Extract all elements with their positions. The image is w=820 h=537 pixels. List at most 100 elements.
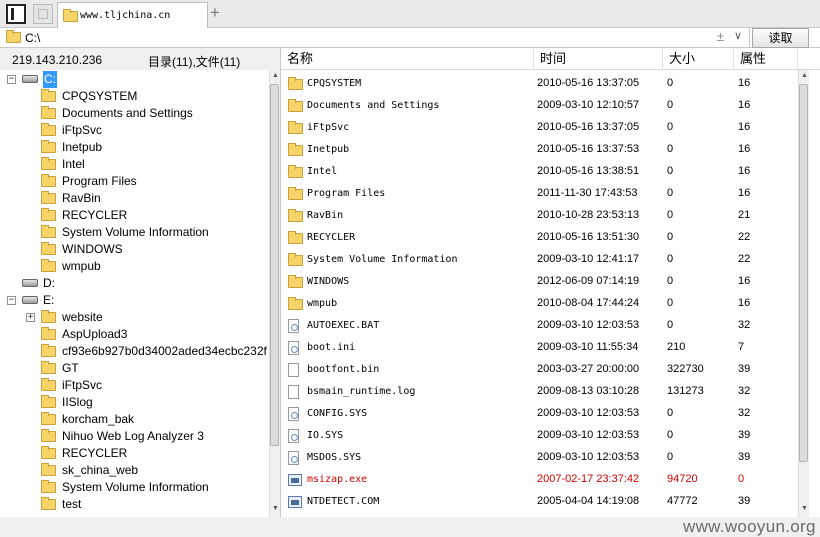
cell-attr: 32 <box>738 407 751 419</box>
drive-icon <box>22 296 38 304</box>
cell-time: 2009-03-10 12:10:57 <box>537 99 640 111</box>
cell-name: Intel <box>307 166 338 177</box>
tree-label: D: <box>43 276 55 290</box>
tree-scroll-thumb[interactable] <box>270 84 279 446</box>
cell-size: 322730 <box>667 363 704 375</box>
server-ip: 219.143.210.236 <box>12 53 103 67</box>
folder-icon <box>41 208 56 221</box>
cell-time: 2010-05-16 13:51:30 <box>537 231 640 243</box>
cell-attr: 16 <box>738 297 751 309</box>
cell-name: MSDOS.SYS <box>307 452 362 463</box>
path-input[interactable]: C:\ ± ∨ <box>0 28 750 48</box>
folder-icon <box>41 157 56 170</box>
dir-file-count: 目录(11),文件(11) <box>148 55 241 69</box>
table-row[interactable]: System Volume Information 2009-03-10 12:4… <box>281 249 798 271</box>
col-time-header[interactable]: 时间 <box>534 48 663 70</box>
folder-icon <box>41 463 56 476</box>
panel-toggle-icon[interactable] <box>6 4 26 24</box>
tab-bar: www.tljchina.cn + <box>0 0 820 29</box>
scroll-down-icon[interactable]: ▼ <box>272 505 279 512</box>
col-size-header[interactable]: 大小 <box>663 48 734 70</box>
cell-name: Program Files <box>307 188 386 199</box>
table-row[interactable]: RECYCLER 2010-05-16 13:51:30 0 22 <box>281 227 798 249</box>
cell-size: 0 <box>667 319 674 331</box>
tree-label: iFtpSvc <box>62 378 103 392</box>
table-row[interactable]: NTDETECT.COM 2005-04-04 14:19:08 47772 39 <box>281 491 798 513</box>
folder-icon <box>288 77 303 90</box>
cell-attr: 16 <box>738 99 751 111</box>
cell-size: 0 <box>667 429 674 441</box>
cell-size: 0 <box>667 165 674 177</box>
tree-label: wmpub <box>62 259 101 273</box>
cell-size: 0 <box>667 253 674 265</box>
folder-icon <box>288 121 303 134</box>
collapse-icon[interactable]: − <box>7 296 16 305</box>
cell-size: 0 <box>667 451 674 463</box>
cell-name: System Volume Information <box>307 254 458 265</box>
cell-name: WINDOWS <box>307 276 350 287</box>
table-row[interactable]: MSDOS.SYS 2009-03-10 12:03:53 0 39 <box>281 447 798 469</box>
folder-icon <box>41 174 56 187</box>
scroll-up-icon[interactable]: ▲ <box>272 72 279 79</box>
cell-name: NTDETECT.COM <box>307 496 380 507</box>
table-row[interactable]: Intel 2010-05-16 13:38:51 0 16 <box>281 161 798 183</box>
tree-label: korcham_bak <box>62 412 135 426</box>
col-name-header[interactable]: 名称 <box>281 48 534 70</box>
cell-name: CONFIG.SYS <box>307 408 368 419</box>
drive-icon <box>22 279 38 287</box>
tree-label: sk_china_web <box>62 463 139 477</box>
table-row[interactable]: IO.SYS 2009-03-10 12:03:53 0 39 <box>281 425 798 447</box>
cell-name: bootfont.bin <box>307 364 380 375</box>
table-row[interactable]: msizap.exe 2007-02-17 23:37:42 94720 0 <box>281 469 798 491</box>
cell-attr: 16 <box>738 275 751 287</box>
plus-minus-icon[interactable]: ± <box>717 29 724 44</box>
list-scroll-thumb[interactable] <box>799 84 808 462</box>
table-row[interactable]: bsmain_runtime.log 2009-08-13 03:10:28 131… <box>281 381 798 403</box>
table-row[interactable]: wmpub 2010-08-04 17:44:24 0 16 <box>281 293 798 315</box>
cell-name: boot.ini <box>307 342 356 353</box>
tree-label: test <box>62 497 82 511</box>
table-row[interactable]: CPQSYSTEM 2010-05-16 13:37:05 0 16 <box>281 73 798 95</box>
tree-label: iFtpSvc <box>62 123 103 137</box>
folder-icon <box>288 253 303 266</box>
table-row[interactable]: AUTOEXEC.BAT 2009-03-10 12:03:53 0 32 <box>281 315 798 337</box>
cell-time: 2010-05-16 13:37:53 <box>537 143 640 155</box>
cell-attr: 16 <box>738 165 751 177</box>
table-row[interactable]: Documents and Settings 2009-03-10 12:10:5… <box>281 95 798 117</box>
cell-attr: 39 <box>738 429 751 441</box>
scroll-up-icon[interactable]: ▲ <box>801 72 808 79</box>
table-row[interactable]: WINDOWS 2012-06-09 07:14:19 0 16 <box>281 271 798 293</box>
folder-icon <box>288 143 303 156</box>
folder-icon <box>41 191 56 204</box>
table-row[interactable]: CONFIG.SYS 2009-03-10 12:03:53 0 32 <box>281 403 798 425</box>
col-attr-header[interactable]: 属性 <box>734 48 798 70</box>
table-row[interactable]: Inetpub 2010-05-16 13:37:53 0 16 <box>281 139 798 161</box>
table-row[interactable]: iFtpSvc 2010-05-16 13:37:05 0 16 <box>281 117 798 139</box>
folder-icon <box>41 412 56 425</box>
tree-label: Program Files <box>62 174 137 188</box>
system-file-icon <box>288 451 299 465</box>
file-icon <box>288 363 299 377</box>
new-tab-icon[interactable]: + <box>210 3 220 23</box>
collapse-icon[interactable]: − <box>7 75 16 84</box>
tab-tljchina[interactable]: www.tljchina.cn <box>57 2 208 29</box>
folder-icon <box>41 140 56 153</box>
cell-size: 210 <box>667 341 686 353</box>
expand-icon[interactable]: + <box>26 313 35 322</box>
scroll-down-icon[interactable]: ▼ <box>801 505 808 512</box>
cell-attr: 39 <box>738 451 751 463</box>
table-row[interactable]: bootfont.bin 2003-03-27 20:00:00 322730 39 <box>281 359 798 381</box>
folder-icon <box>41 259 56 272</box>
folder-tree: − C: CPQSYSTEM Documents and Settings iFtp… <box>0 70 280 517</box>
cell-name: CPQSYSTEM <box>307 78 362 89</box>
cell-size: 47772 <box>667 495 698 507</box>
blank-tab-icon[interactable] <box>33 4 53 24</box>
folder-icon <box>41 123 56 136</box>
table-row[interactable]: Program Files 2011-11-30 17:43:53 0 16 <box>281 183 798 205</box>
table-row[interactable]: RavBin 2010-10-28 23:53:13 0 21 <box>281 205 798 227</box>
read-button[interactable]: 读取 <box>752 28 809 48</box>
tree-label: RavBin <box>62 191 101 205</box>
folder-icon <box>63 9 78 22</box>
table-row[interactable]: boot.ini 2009-03-10 11:55:34 210 7 <box>281 337 798 359</box>
chevron-down-icon[interactable]: ∨ <box>734 29 742 42</box>
